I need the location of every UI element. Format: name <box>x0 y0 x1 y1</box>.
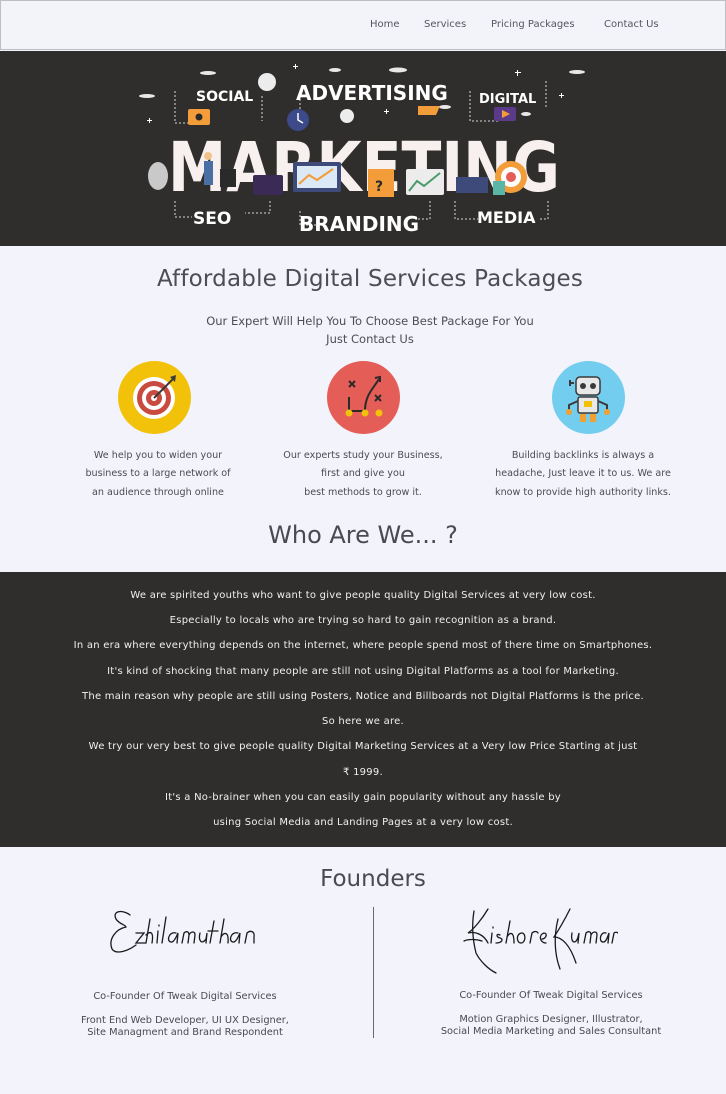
founder-description: Site Managment and Brand Respondent <box>87 1027 283 1038</box>
feature-line: an audience through online <box>92 486 224 498</box>
top-navbar: Home Services Pricing Packages Contact U… <box>0 0 726 50</box>
founder-description: Motion Graphics Designer, Illustrator, <box>459 1014 643 1025</box>
feature-line: We help you to widen your <box>93 450 223 461</box>
feature-text-study-business: Our experts study your Business, first a… <box>273 447 453 502</box>
hero-banner: SOCIAL ADVERTISING DIGITAL MARKETING SEO… <box>0 51 726 246</box>
founder-description: Front End Web Developer, UI UX Designer, <box>81 1015 289 1026</box>
hero-word-digital: DIGITAL <box>479 92 536 107</box>
who-line: It's kind of shocking that many people a… <box>107 666 619 677</box>
who-line: In an era where everything depends on th… <box>73 640 653 651</box>
packages-subtitle-line2: Just Contact Us <box>326 332 414 346</box>
who-line: We are spirited youths who want to give … <box>130 590 596 601</box>
hero-word-seo: SEO <box>193 209 231 229</box>
hero-word-advertising: ADVERTISING <box>296 81 448 105</box>
price-line: ₹ 1999. <box>343 767 383 778</box>
feature-line: business to a large network of <box>85 468 231 480</box>
feature-line: know to provide high authority links. <box>495 486 671 498</box>
feature-text-widen-network: We help you to widen your business to a … <box>68 447 248 502</box>
feature-line: headache, Just leave it to us. We are <box>495 468 671 480</box>
nav-home-link[interactable]: Home <box>370 19 400 30</box>
feature-line: first and give you <box>321 468 405 480</box>
signature-ezhilamuthan <box>110 910 255 953</box>
hero-word-branding: BRANDING <box>299 212 419 236</box>
who-line: using Social Media and Landing Pages at … <box>213 817 513 828</box>
founder-role: Co-Founder Of Tweak Digital Services <box>459 990 643 1001</box>
hero-word-social: SOCIAL <box>196 89 253 105</box>
nav-pricing-link[interactable]: Pricing Packages <box>491 19 575 30</box>
who-line: We try our very best to give people qual… <box>88 741 638 752</box>
who-description-panel: We are spirited youths who want to give … <box>0 572 726 847</box>
nav-services-link[interactable]: Services <box>424 19 466 30</box>
target-icon <box>118 361 191 434</box>
hero-word-media: MEDIA <box>477 208 536 227</box>
who-line: So here we are. <box>322 716 404 727</box>
who-line: The main reason why people are still usi… <box>82 691 644 702</box>
who-line: Especially to locals who are trying so h… <box>169 615 557 626</box>
feature-line: Building backlinks is always a <box>511 450 655 461</box>
founders-divider <box>373 907 374 1038</box>
packages-title: Affordable Digital Services Packages <box>156 266 584 292</box>
digital-marketing-illustration: SOCIAL ADVERTISING DIGITAL MARKETING SEO… <box>139 64 585 236</box>
founders-title: Founders <box>320 866 426 892</box>
founder-description: Social Media Marketing and Sales Consult… <box>440 1026 662 1037</box>
robot-icon <box>552 361 625 434</box>
who-line: It's a No-brainer when you can easily ga… <box>165 792 561 803</box>
packages-subtitle-line1: Our Expert Will Help You To Choose Best … <box>206 314 534 328</box>
feature-line: best methods to grow it. <box>304 486 422 498</box>
who-title: Who Are We... ? <box>268 521 458 549</box>
strategy-icon <box>327 361 400 434</box>
nav-contact-link[interactable]: Contact Us <box>604 19 659 30</box>
packages-subtitle: Our Expert Will Help You To Choose Best … <box>0 312 726 348</box>
feature-line: Our experts study your Business, <box>283 450 443 461</box>
feature-text-backlinks: Building backlinks is always a headache,… <box>493 447 673 502</box>
svg-text:?: ? <box>375 179 383 195</box>
signature-kishore-kumar <box>463 908 618 974</box>
founder-role: Co-Founder Of Tweak Digital Services <box>93 991 277 1002</box>
